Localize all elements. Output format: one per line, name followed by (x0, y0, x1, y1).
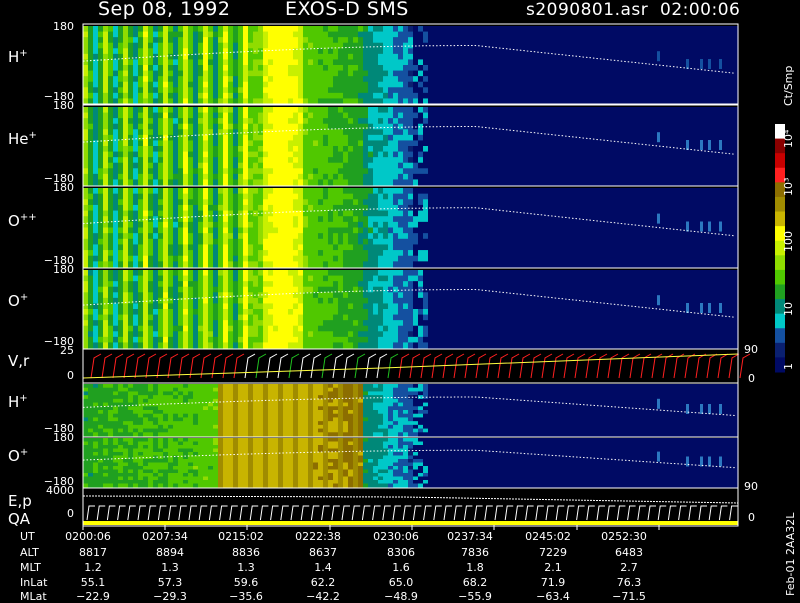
colorbar-swatch (775, 212, 785, 227)
table-cell: −29.3 (140, 590, 200, 603)
rtick-vr-top: 90 (744, 343, 758, 356)
table-cell: 0215:02 (211, 530, 271, 543)
table-cell: 55.1 (63, 576, 123, 589)
colorbar-label-10: 10 (782, 302, 795, 316)
table-cell: 0252:30 (594, 530, 654, 543)
table-cell: 0222:38 (288, 530, 348, 543)
table-cell: −42.2 (293, 590, 353, 603)
ytick-oplusplus-top: 180 (34, 181, 74, 194)
colorbar-swatch (775, 284, 785, 299)
qa-bar (83, 521, 738, 525)
table-cell: 7836 (445, 546, 505, 559)
version-label: Feb-01 2AA32L (784, 513, 797, 596)
table-cell: 1.3 (216, 561, 276, 574)
row-label-alt: ALT (20, 546, 39, 559)
oplus-lower-spectrogram (83, 438, 739, 488)
hplus-lower-spectrogram (83, 384, 739, 437)
table-cell: 0230:06 (366, 530, 426, 543)
oplus-spectrogram (83, 270, 739, 349)
row-label-mlat: MLat (20, 590, 47, 603)
table-cell: 0237:34 (440, 530, 500, 543)
row-label-inlat: InLat (20, 576, 47, 589)
panel-label-hplus: H+ (8, 48, 28, 66)
ytick-heplus-top: 180 (34, 99, 74, 112)
table-cell: 6483 (599, 546, 659, 559)
hplus-spectrogram (83, 26, 739, 105)
rtick-vr-bottom: 0 (748, 372, 755, 385)
table-cell: −22.9 (63, 590, 123, 603)
table-cell: 1.3 (140, 561, 200, 574)
colorbar-swatch (775, 153, 785, 168)
colorbar-swatch (775, 255, 785, 270)
table-cell: −71.5 (599, 590, 659, 603)
ytick-ep-bottom: 0 (34, 507, 74, 520)
table-cell: 8817 (63, 546, 123, 559)
panel-label-hplus-lower: H+ (8, 393, 28, 411)
panel-label-vr: V,r (8, 352, 29, 370)
table-cell: 0200:06 (58, 530, 118, 543)
rtick-ep-bottom: 0 (748, 511, 755, 524)
table-cell: 1.4 (293, 561, 353, 574)
panel-label-ep: E,p (8, 492, 32, 510)
row-label-ut: UT (20, 530, 35, 543)
oplusplus-spectrogram (83, 188, 739, 268)
row-label-mlt: MLT (20, 561, 41, 574)
panel-label-oplus: O+ (8, 292, 28, 310)
colorbar-label-10000: 10⁴ (782, 130, 795, 148)
colorbar-swatch (775, 343, 785, 358)
ytick-ep-top: 4000 (34, 484, 74, 497)
table-cell: 62.2 (293, 576, 353, 589)
table-cell: 0207:34 (135, 530, 195, 543)
rtick-ep-top: 90 (744, 480, 758, 493)
colorbar-label-1000: 10³ (782, 178, 795, 196)
spectrogram-canvas (0, 0, 800, 600)
colorbar-swatch (775, 328, 785, 343)
table-cell: 65.0 (371, 576, 431, 589)
ytick-vr-bottom: 0 (34, 369, 74, 382)
table-cell: 8306 (371, 546, 431, 559)
panel-label-oplus-lower: O+ (8, 447, 28, 465)
table-cell: 0245:02 (518, 530, 578, 543)
table-cell: −55.9 (445, 590, 505, 603)
colorbar-swatch (775, 197, 785, 212)
ytick-oplus2-top: 180 (34, 431, 74, 444)
table-cell: 57.3 (140, 576, 200, 589)
panel-label-qa: QA (8, 510, 30, 528)
table-cell: −63.4 (523, 590, 583, 603)
table-cell: 8894 (140, 546, 200, 559)
table-cell: 2.1 (523, 561, 583, 574)
table-cell: −35.6 (216, 590, 276, 603)
colorbar-label-1: 1 (782, 363, 795, 370)
table-cell: 7229 (523, 546, 583, 559)
ytick-hplus-top: 180 (34, 20, 74, 33)
panel-label-heplus: He+ (8, 130, 37, 148)
table-cell: 8637 (293, 546, 353, 559)
colorbar-swatch (775, 270, 785, 285)
table-cell: 71.9 (523, 576, 583, 589)
table-cell: 1.6 (371, 561, 431, 574)
panel-label-oplusplus: O++ (8, 212, 37, 230)
table-cell: 76.3 (599, 576, 659, 589)
table-cell: −48.9 (371, 590, 431, 603)
ytick-oplus-top: 180 (34, 263, 74, 276)
heplus-spectrogram (83, 107, 739, 186)
table-cell: 2.7 (599, 561, 659, 574)
table-cell: 68.2 (445, 576, 505, 589)
colorbar-label-100: 100 (782, 231, 795, 252)
table-cell: 8836 (216, 546, 276, 559)
table-cell: 1.8 (445, 561, 505, 574)
colorbar-unit: Ct/Smp (782, 66, 795, 106)
table-cell: 1.2 (63, 561, 123, 574)
table-cell: 59.6 (216, 576, 276, 589)
ytick-vr-top: 25 (34, 344, 74, 357)
